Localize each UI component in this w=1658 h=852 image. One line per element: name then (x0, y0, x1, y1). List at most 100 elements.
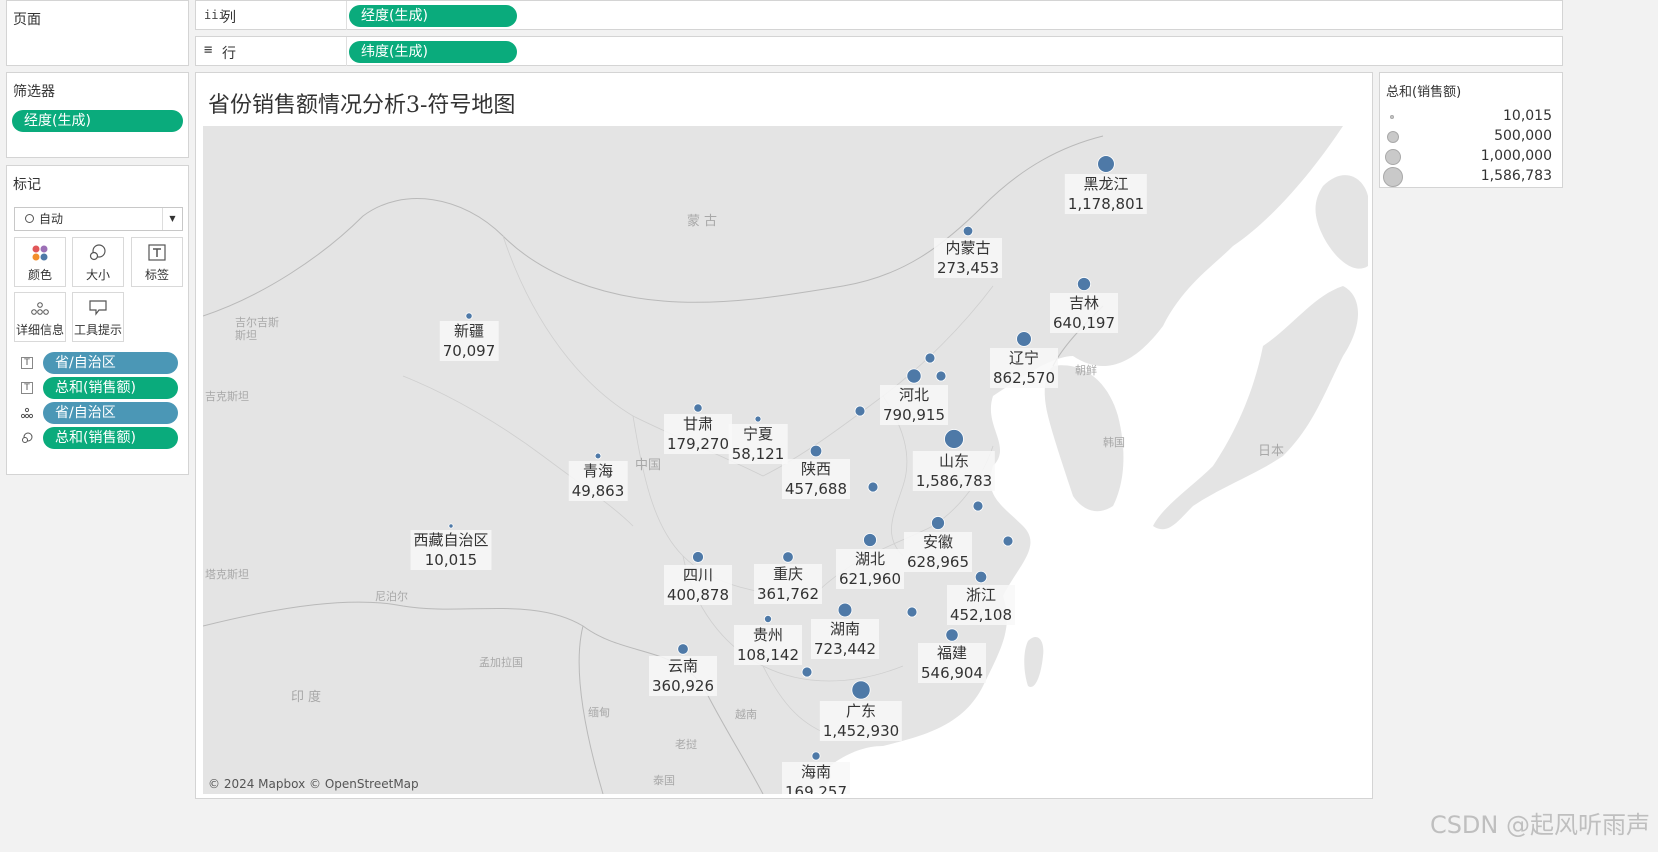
province-label: 贵州 108,142 (733, 624, 803, 665)
province-name: 贵州 (752, 625, 783, 644)
rows-shelf[interactable]: ≡ 行 纬度(生成) (195, 36, 1563, 66)
mark-field-row: 省/自治区 (7, 402, 190, 426)
basemap-label-tajikistan: 吉克斯坦 (205, 390, 249, 403)
detail-icon (21, 407, 33, 419)
rows-pill-latitude[interactable]: 纬度(生成) (349, 41, 517, 63)
province-sales-value: 790,915 (882, 406, 946, 425)
basemap-label-laos: 老挝 (675, 738, 697, 751)
map-area[interactable]: 黑龙江 1,178,801 内蒙古 273,453 吉林 640,197 辽宁 862,570… (203, 126, 1368, 794)
basemap-label-vietnam: 越南 (735, 708, 757, 721)
mark-field-row: T 总和(销售额) (7, 377, 190, 401)
label-button[interactable]: 标签 (131, 237, 183, 287)
labels-layer: 黑龙江 1,178,801 内蒙古 273,453 吉林 640,197 辽宁 862,570… (203, 126, 1368, 794)
province-sales-value: 621,960 (838, 569, 902, 588)
tooltip-button[interactable]: 工具提示 (72, 292, 124, 342)
filters-shelf[interactable]: 筛选器 经度(生成) (6, 72, 189, 158)
legend-size-circle (1385, 149, 1401, 165)
mark-field-pill[interactable]: 省/自治区 (43, 402, 178, 424)
province-label: 海南 169,257 (781, 762, 851, 794)
province-name: 河北 (898, 386, 929, 405)
province-sales-value: 640,197 (1052, 313, 1116, 332)
province-name: 湖南 (829, 619, 860, 638)
basemap-label-nepal: 尼泊尔 (375, 590, 408, 603)
legend-value: 1,586,783 (1480, 168, 1552, 184)
pages-shelf[interactable]: 页面 (6, 0, 189, 66)
legend-item: 500,000 (1380, 127, 1570, 147)
province-sales-value: 457,688 (784, 479, 848, 498)
province-sales-value: 628,965 (906, 552, 970, 571)
province-name: 辽宁 (1008, 349, 1039, 368)
province-name: 黑龙江 (1083, 175, 1129, 194)
province-label: 湖南 723,442 (810, 618, 880, 659)
pages-shelf-title: 页面 (13, 12, 41, 28)
province-label: 甘肃 179,270 (663, 414, 733, 455)
legend-item: 1,586,783 (1380, 167, 1570, 187)
province-sales-value: 49,863 (571, 481, 625, 500)
basemap-label-mongolia: 蒙古 (687, 214, 722, 229)
province-label: 山东 1,586,783 (912, 450, 996, 491)
province-sales-value: 169,257 (784, 783, 848, 794)
province-sales-value: 1,452,930 (822, 722, 900, 741)
legend-size-circle (1383, 167, 1403, 187)
province-sales-value: 400,878 (666, 585, 730, 604)
legend-value: 500,000 (1494, 128, 1552, 144)
province-label: 福建 546,904 (917, 643, 987, 684)
province-name: 湖北 (854, 549, 885, 568)
columns-pill-longitude[interactable]: 经度(生成) (349, 5, 517, 27)
size-legend[interactable]: 总和(销售额) 10,015 500,000 1,000,000 1,586,7… (1379, 72, 1563, 188)
columns-label: 列 (222, 10, 236, 26)
province-label: 云南 360,926 (648, 656, 718, 697)
province-label: 青海 49,863 (568, 460, 628, 501)
province-label: 新疆 70,097 (439, 321, 499, 362)
province-name: 新疆 (453, 322, 484, 341)
province-name: 西藏自治区 (413, 531, 489, 550)
color-button-label: 颜色 (27, 268, 52, 282)
legend-title: 总和(销售额) (1386, 85, 1462, 100)
province-name: 陕西 (800, 459, 831, 478)
basemap-label-japan: 日本 (1258, 444, 1285, 459)
province-label: 广东 1,452,930 (819, 701, 903, 742)
rows-icon: ≡ (204, 42, 213, 58)
basemap-label-thailand: 泰国 (653, 774, 675, 787)
province-sales-value: 179,270 (666, 435, 730, 454)
basemap-label-korea: 韩国 (1103, 436, 1125, 449)
basemap-label-india: 印度 (291, 690, 326, 705)
shelf-divider (346, 1, 347, 30)
mark-field-pill[interactable]: 省/自治区 (43, 352, 178, 374)
province-name: 重庆 (772, 565, 803, 584)
province-name: 广东 (845, 702, 876, 721)
basemap-label-dprk: 朝鲜 (1075, 364, 1097, 377)
province-sales-value: 108,142 (736, 645, 800, 664)
label-icon: T (21, 382, 33, 394)
province-label: 宁夏 58,121 (728, 424, 788, 465)
filter-pill-longitude[interactable]: 经度(生成) (12, 110, 183, 132)
province-name: 吉林 (1068, 293, 1099, 312)
province-sales-value: 546,904 (920, 664, 984, 683)
mark-field-pill[interactable]: 总和(销售额) (43, 427, 178, 449)
chevron-down-icon[interactable]: ▼ (162, 208, 182, 230)
province-label: 黑龙江 1,178,801 (1064, 174, 1148, 215)
view-title: 省份销售额情况分析3-符号地图 (208, 93, 516, 118)
province-label: 辽宁 862,570 (989, 348, 1059, 389)
legend-size-circle (1390, 115, 1394, 119)
size-icon (89, 244, 106, 261)
map-attribution[interactable]: © 2024 Mapbox © OpenStreetMap (208, 777, 419, 791)
tooltip-icon (89, 300, 107, 316)
mark-field-pill[interactable]: 总和(销售额) (43, 377, 178, 399)
columns-shelf[interactable]: iii 列 经度(生成) (195, 0, 1563, 30)
shelf-divider (346, 37, 347, 66)
province-label: 安徽 628,965 (903, 531, 973, 572)
rows-label: 行 (222, 46, 236, 62)
mark-type-select[interactable]: 自动 ▼ (14, 207, 183, 231)
mark-type-circle-icon (25, 214, 34, 223)
province-name: 海南 (800, 763, 831, 782)
province-sales-value: 723,442 (813, 639, 877, 658)
watermark: CSDN @起风听雨声 (1429, 811, 1650, 839)
province-sales-value: 862,570 (992, 369, 1056, 388)
province-name: 四川 (682, 565, 713, 584)
detail-button[interactable]: 详细信息 (14, 292, 66, 342)
label-icon (148, 244, 166, 261)
color-button[interactable]: 颜色 (14, 237, 66, 287)
province-sales-value: 273,453 (936, 258, 1000, 277)
size-button[interactable]: 大小 (72, 237, 124, 287)
